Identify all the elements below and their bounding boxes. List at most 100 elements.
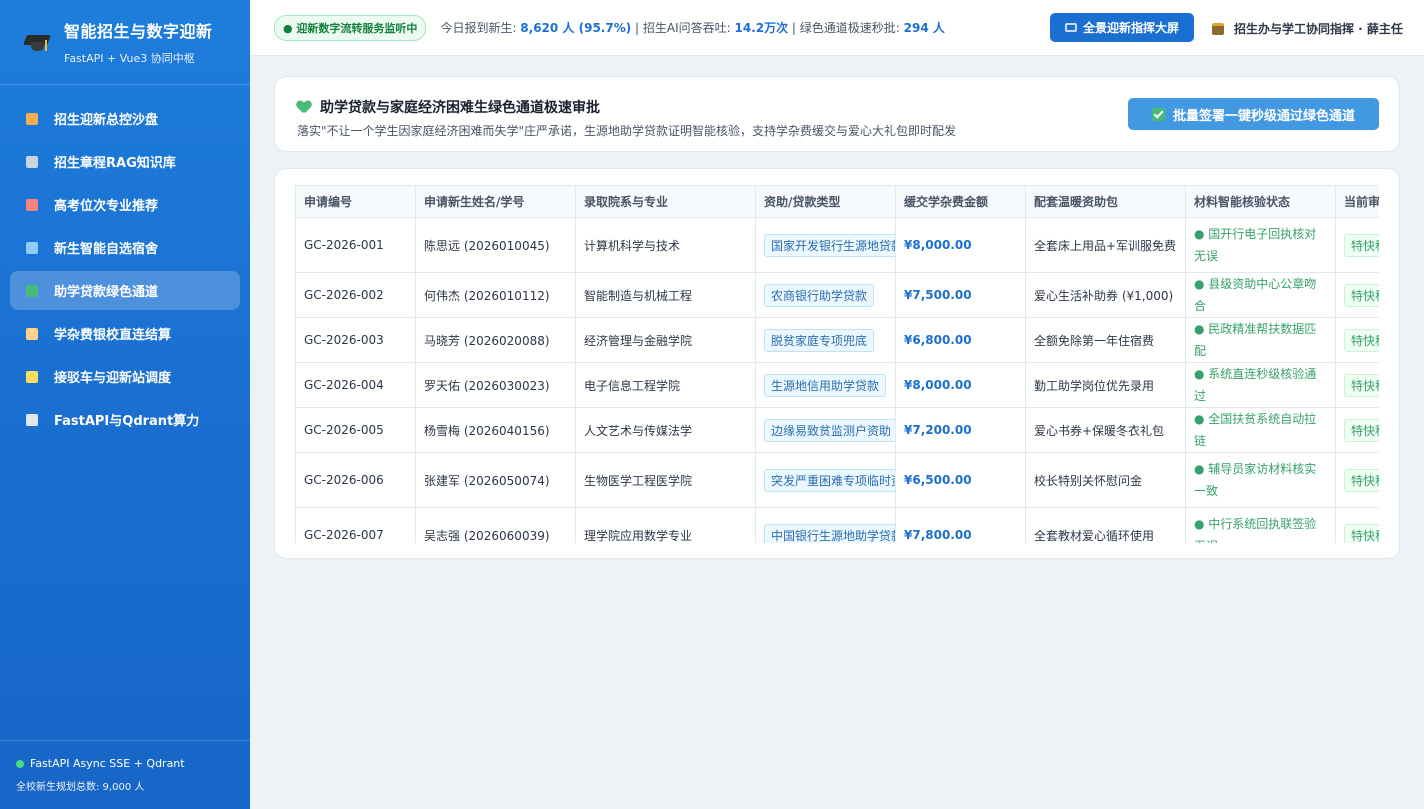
- cell-name: 杨雪梅 (2026040156): [415, 407, 576, 453]
- cell-state-value[interactable]: 特快秒批: [1344, 328, 1379, 352]
- sidebar-item-5[interactable]: 学杂费银校直连结算: [10, 314, 240, 353]
- cell-type-value: 脱贫家庭专项兜底: [764, 328, 875, 352]
- sidebar-item-label: 新生智能自选宿舍: [54, 242, 159, 257]
- brand-title: 智能招生与数字迎新: [64, 22, 213, 41]
- cell-id: GC-2026-003: [295, 317, 416, 363]
- cell-id: GC-2026-006: [295, 452, 416, 508]
- cell-amount: ¥8,000.00: [895, 362, 1026, 408]
- cell-amount: ¥7,200.00: [895, 407, 1026, 453]
- cell-amount-value: ¥7,500.00: [904, 288, 972, 302]
- cell-state-value[interactable]: 特快秒批: [1344, 283, 1379, 307]
- applications-table-card: 申请编号 申请新生姓名/学号 录取院系与专业 资助/贷款类型 缓交学杂费金额 配套温暖资助…: [274, 168, 1400, 559]
- sidebar-item-1[interactable]: 招生章程RAG知识库: [10, 142, 240, 181]
- page-description: 落实"不让一个学生因家庭经济困难而失学"庄严承诺，生源地助学贷款证明智能核验，支…: [297, 124, 957, 138]
- table-scroll-area[interactable]: 申请编号 申请新生姓名/学号 录取院系与专业 资助/贷款类型 缓交学杂费金额 配套温暖资助…: [295, 185, 1379, 543]
- bigscreen-button-label: 全景迎新指挥大屏: [1082, 21, 1179, 35]
- check-icon: [1151, 107, 1165, 121]
- footer-total: 全校新生规划总数: 9,000 人: [16, 782, 145, 793]
- cell-name: 何伟杰 (2026010112): [415, 272, 576, 318]
- cell-name-value: 马晓芳 (2026020088): [424, 333, 550, 348]
- sidebar-footer: FastAPI Async SSE + Qdrant 全校新生规划总数: 9,0…: [0, 740, 250, 809]
- cell-pack-value: 全额免除第一年住宿费: [1034, 333, 1155, 348]
- cell-dept: 计算机科学与技术: [575, 217, 756, 273]
- sidebar-item-0[interactable]: 招生迎新总控沙盘: [10, 99, 240, 138]
- cell-amount: ¥8,000.00: [895, 217, 1026, 273]
- sidebar-item-2[interactable]: 高考位次专业推荐: [10, 185, 240, 224]
- stat-green-label: | 绿色通道极速秒批:: [788, 21, 904, 35]
- brand-subtitle: FastAPI + Vue3 协同中枢: [64, 52, 195, 65]
- cell-name-value: 罗天佑 (2026030023): [424, 378, 550, 393]
- cell-state-value[interactable]: 特快秒批: [1344, 233, 1379, 257]
- cell-name: 张建军 (2026050074): [415, 452, 576, 508]
- cell-name-value: 何伟杰 (2026010112): [424, 288, 550, 303]
- cell-state-value[interactable]: 特快秒批: [1344, 373, 1379, 397]
- cell-id: GC-2026-002: [295, 272, 416, 318]
- sidebar-item-6[interactable]: 接驳车与迎新站调度: [10, 357, 240, 396]
- cell-state-value[interactable]: 特快秒批: [1344, 523, 1379, 543]
- sidebar-item-7[interactable]: FastAPI与Qdrant算力: [10, 400, 240, 439]
- cell-dept-value: 理学院应用数学专业: [584, 528, 693, 543]
- cell-pack: 勤工助学岗位优先录用: [1025, 362, 1186, 408]
- stat-checkin-value: 8,620 人 (95.7%): [520, 21, 632, 35]
- cell-type-value: 国家开发银行生源地贷款: [764, 233, 895, 257]
- cell-name-value: 吴志强 (2026060039): [424, 528, 550, 543]
- table-row[interactable]: GC-2026-001 陈思远 (2026010045) 计算机科学与技术 国家开发银…: [295, 217, 1379, 273]
- cell-pack: 全额免除第一年住宿费: [1025, 317, 1186, 363]
- cell-state: 特快秒批: [1335, 507, 1379, 543]
- cell-check: ● 民政精准帮扶数据匹配: [1185, 317, 1336, 363]
- sidebar-item-3[interactable]: 新生智能自选宿舍: [10, 228, 240, 267]
- table-row[interactable]: GC-2026-004 罗天佑 (2026030023) 电子信息工程学院 生源地信用…: [295, 362, 1379, 408]
- cell-state: 特快秒批: [1335, 317, 1379, 363]
- sidebar-item-label: 接驳车与迎新站调度: [54, 371, 172, 386]
- cell-state: 特快秒批: [1335, 452, 1379, 508]
- table-row[interactable]: GC-2026-006 张建军 (2026050074) 生物医学工程医学院 突发严重…: [295, 452, 1379, 508]
- robot-icon: [26, 155, 38, 168]
- cell-state-value[interactable]: 特快秒批: [1344, 468, 1379, 492]
- cell-amount-value: ¥6,800.00: [904, 333, 972, 347]
- cell-check: ● 系统直连秒级核验通过: [1185, 362, 1336, 408]
- cell-name: 马晓芳 (2026020088): [415, 317, 576, 363]
- cell-dept: 生物医学工程医学院: [575, 452, 756, 508]
- cell-check-value: ● 民政精准帮扶数据匹配: [1194, 322, 1317, 358]
- table-row[interactable]: GC-2026-005 杨雪梅 (2026040156) 人文艺术与传媒法学 边缘易致…: [295, 407, 1379, 453]
- cell-amount-value: ¥8,000.00: [904, 378, 972, 392]
- cell-id: GC-2026-005: [295, 407, 416, 453]
- cell-type: 中国银行生源地助学贷款: [755, 507, 896, 543]
- cell-check-value: ● 系统直连秒级核验通过: [1194, 367, 1317, 403]
- sidebar-item-label: 招生章程RAG知识库: [54, 156, 176, 171]
- cell-pack: 爱心书券+保暖冬衣礼包: [1025, 407, 1186, 453]
- batch-approve-button[interactable]: 批量签署一键秒级通过绿色通道: [1128, 98, 1379, 130]
- sidebar-item-label: FastAPI与Qdrant算力: [54, 414, 200, 429]
- table-row[interactable]: GC-2026-002 何伟杰 (2026010112) 智能制造与机械工程 农商银行…: [295, 272, 1379, 318]
- table-row[interactable]: GC-2026-007 吴志强 (2026060039) 理学院应用数学专业 中国银行…: [295, 507, 1379, 543]
- sidebar-item-4[interactable]: 助学贷款绿色通道: [10, 271, 240, 310]
- cell-type: 突发严重困难专项临时资助: [755, 452, 896, 508]
- table-row[interactable]: GC-2026-003 马晓芳 (2026020088) 经济管理与金融学院 脱贫家庭…: [295, 317, 1379, 363]
- cell-type-value: 边缘易致贫监测户资助: [764, 418, 895, 442]
- cell-dept: 理学院应用数学专业: [575, 507, 756, 543]
- cell-id-value: GC-2026-006: [304, 473, 384, 487]
- cell-state: 特快秒批: [1335, 407, 1379, 453]
- cell-dept: 智能制造与机械工程: [575, 272, 756, 318]
- cell-amount-value: ¥7,200.00: [904, 423, 972, 437]
- cell-pack-value: 全套教材爱心循环使用: [1034, 528, 1155, 543]
- cell-check: ● 全国扶贫系统自动拉链: [1185, 407, 1336, 453]
- cell-state-value[interactable]: 特快秒批: [1344, 418, 1379, 442]
- batch-approve-label: 批量签署一键秒级通过绿色通道: [1172, 108, 1355, 124]
- cell-type-value: 突发严重困难专项临时资助: [764, 468, 895, 492]
- column-header: 录取院系与专业: [575, 185, 756, 218]
- cell-pack-value: 校长特别关怀慰问金: [1034, 473, 1143, 488]
- cell-check: ● 国开行电子回执核对无误: [1185, 217, 1336, 273]
- cell-amount: ¥6,500.00: [895, 452, 1026, 508]
- cell-dept-value: 智能制造与机械工程: [584, 288, 693, 303]
- user-info[interactable]: 招生办与学工协同指挥 · 薛主任: [1212, 20, 1403, 37]
- bus-station-icon: [26, 370, 38, 383]
- bigscreen-button[interactable]: 全景迎新指挥大屏: [1050, 13, 1194, 42]
- cell-dept-value: 人文艺术与传媒法学: [584, 423, 693, 438]
- stat-ai-value: 14.2万次: [734, 21, 789, 35]
- cell-id: GC-2026-004: [295, 362, 416, 408]
- cell-check: ● 县级资助中心公章吻合: [1185, 272, 1336, 318]
- sidebar-item-label: 高考位次专业推荐: [54, 199, 159, 214]
- column-header: 配套温暖资助包: [1025, 185, 1186, 218]
- cell-id-value: GC-2026-003: [304, 333, 384, 347]
